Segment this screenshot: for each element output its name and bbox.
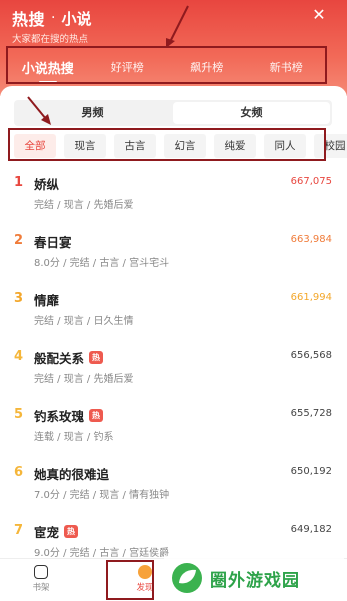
rank-number: 1 [14,175,24,190]
book-title[interactable]: 钓系玫瑰热 [34,406,104,425]
hot-badge: 热 [89,409,104,422]
watermark-text: 圈外游戏园 [210,570,300,591]
book-row[interactable]: 2 春日宴 8.0分 / 完结 / 古言 / 宫斗宅斗 663,984 [0,230,347,288]
book-meta: 7.0分 / 完结 / 现言 / 情有独钟 [34,490,170,501]
book-meta: 9.0分 / 完结 / 古言 / 宫廷侯爵 [34,548,170,559]
book-meta: 连载 / 现言 / 钓系 [34,432,114,443]
hot-badge: 热 [64,525,79,538]
book-meta: 完结 / 现言 / 先婚后爱 [34,374,134,385]
rank-number: 7 [14,523,24,538]
book-title[interactable]: 娇纵 [34,174,59,193]
nav-bookshelf-label: 书架 [32,583,50,593]
search-count: 655,728 [290,408,332,419]
book-title-text: 春日宴 [34,235,72,250]
nav-bookshelf[interactable]: 书架 [0,559,82,601]
book-meta: 完结 / 现言 / 先婚后爱 [34,200,134,211]
annotation-arrow-chips [27,96,47,120]
book-title-text: 般配关系 [34,351,85,366]
leaf-logo-icon [172,563,202,593]
rank-number: 2 [14,233,24,248]
book-ranking-list: 1 娇纵完结 / 现言 / 先婚后爱 667,075 2 春日宴 8.0分 / 完结 / … [0,172,347,578]
book-title-text: 娇纵 [34,177,60,192]
rank-number: 6 [14,465,24,480]
main-panel: 男频 女频 全部 现言 古言 幻言 纯爱 同人 校园 1 娇纵 完结 / 现言 / … [0,86,347,600]
annotation-box-categories [8,128,326,161]
book-title[interactable]: 般配关系热 [34,348,104,367]
book-title-text: 情靡 [34,293,60,308]
book-row[interactable]: 5 钓系玫瑰热连载 / 现言 / 钓系 655,728 [0,404,347,462]
watermark: 圈外游戏园 [164,556,344,600]
book-title-text: 她真的很难追 [34,467,110,482]
book-title[interactable]: 宦宠热 [34,522,79,541]
annotation-arrow-tabs [169,5,189,43]
search-count: 650,192 [290,466,332,477]
search-count: 656,568 [290,350,332,361]
annotation-box-tabs [6,46,327,84]
annotation-box-discover [106,560,154,600]
rank-number: 5 [14,407,24,422]
book-row[interactable]: 6 她真的很难追 7.0分 / 完结 / 现言 / 情有独钟 650,192 [0,462,347,520]
book-row[interactable]: 4 般配关系热完结 / 现言 / 先婚后爱 656,568 [0,346,347,404]
rank-number: 3 [14,291,24,306]
search-count: 663,984 [290,234,332,245]
book-row[interactable]: 1 娇纵完结 / 现言 / 先婚后爱 667,075 [0,172,347,230]
book-title[interactable]: 春日宴 [34,232,72,251]
book-meta: 8.0分 / 完结 / 古言 / 宫斗宅斗 [34,258,170,269]
book-title-text: 钓系玫瑰 [34,409,85,424]
hot-badge: 热 [89,351,104,364]
search-count: 661,994 [290,292,332,303]
rank-number: 4 [14,349,24,364]
bookshelf-icon [34,565,48,579]
book-meta: 完结 / 现言 / 日久生情 [34,316,134,327]
search-count: 667,075 [290,176,332,187]
book-title[interactable]: 她真的很难追 [34,464,109,483]
book-title-text: 宦宠 [34,525,60,540]
book-row[interactable]: 3 情靡完结 / 现言 / 日久生情 661,994 [0,288,347,346]
search-count: 649,182 [290,524,332,535]
book-title[interactable]: 情靡 [34,290,59,309]
